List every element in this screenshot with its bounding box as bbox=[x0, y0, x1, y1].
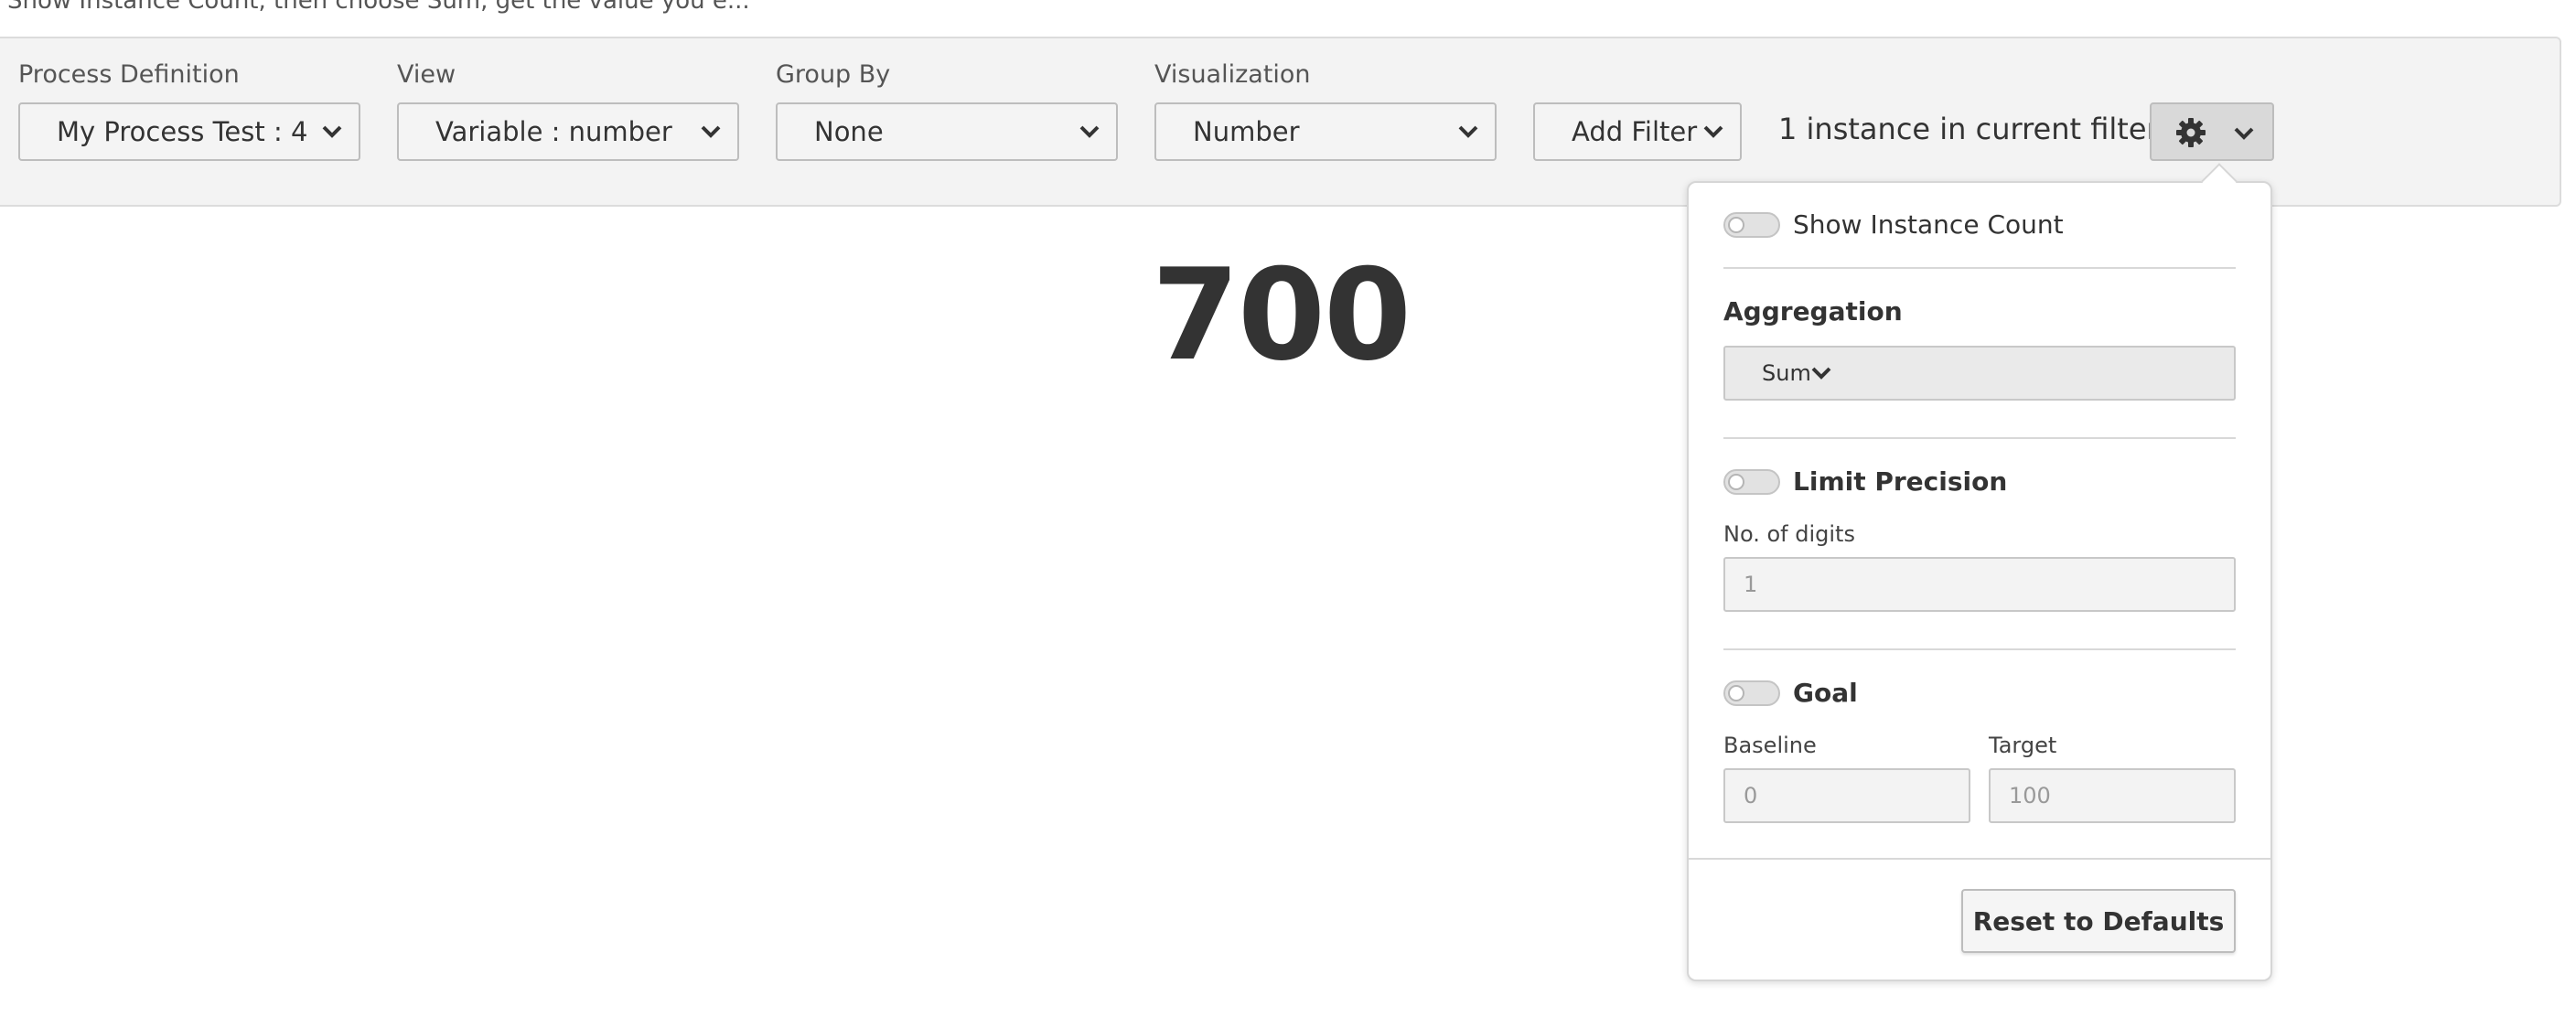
aggregation-heading: Aggregation bbox=[1723, 296, 1903, 327]
description-text: Show Instance Count, then choose Sum, ge… bbox=[7, 0, 750, 15]
report-number-value: 700 bbox=[1151, 241, 1411, 389]
group-by-value: None bbox=[814, 116, 884, 147]
aggregation-value: Sum bbox=[1762, 360, 1811, 386]
chevron-down-icon bbox=[1703, 124, 1723, 139]
show-instance-count-toggle[interactable] bbox=[1723, 212, 1780, 238]
target-label: Target bbox=[1989, 733, 2057, 758]
process-definition-label: Process Definition bbox=[18, 60, 240, 89]
aggregation-select[interactable]: Sum bbox=[1723, 346, 2236, 401]
baseline-label: Baseline bbox=[1723, 733, 1817, 758]
visualization-value: Number bbox=[1193, 116, 1300, 147]
add-filter-label: Add Filter bbox=[1572, 116, 1698, 147]
chevron-down-icon bbox=[701, 124, 721, 139]
gear-icon bbox=[2175, 117, 2206, 152]
view-value: Variable : number bbox=[435, 116, 672, 147]
add-filter-button[interactable]: Add Filter bbox=[1533, 102, 1742, 161]
reset-to-defaults-button[interactable]: Reset to Defaults bbox=[1961, 889, 2236, 953]
digits-input[interactable] bbox=[1723, 557, 2236, 612]
target-input[interactable] bbox=[1989, 768, 2236, 823]
show-instance-count-label: Show Instance Count bbox=[1793, 209, 2064, 240]
goal-toggle[interactable] bbox=[1723, 680, 1780, 706]
limit-precision-toggle[interactable] bbox=[1723, 469, 1780, 495]
limit-precision-label: Limit Precision bbox=[1793, 466, 2008, 497]
visualization-dropdown[interactable]: Number bbox=[1154, 102, 1497, 161]
settings-dropdown-button[interactable] bbox=[2150, 102, 2274, 161]
divider bbox=[1723, 648, 2236, 650]
chevron-down-icon bbox=[1458, 124, 1478, 139]
instance-count-text: 1 instance in current filter bbox=[1778, 112, 2159, 146]
group-by-label: Group By bbox=[776, 60, 891, 89]
process-definition-dropdown[interactable]: My Process Test : 4 bbox=[18, 102, 360, 161]
divider bbox=[1723, 267, 2236, 269]
chevron-down-icon bbox=[2234, 126, 2254, 145]
goal-label: Goal bbox=[1793, 678, 1858, 708]
chevron-down-icon bbox=[322, 124, 342, 139]
popover-footer-divider bbox=[1689, 858, 2270, 860]
chevron-down-icon bbox=[1079, 124, 1100, 139]
divider bbox=[1723, 437, 2236, 439]
visualization-label: Visualization bbox=[1154, 60, 1311, 89]
chevron-down-icon bbox=[1811, 366, 1831, 380]
group-by-dropdown[interactable]: None bbox=[776, 102, 1118, 161]
digits-label: No. of digits bbox=[1723, 521, 1855, 547]
process-definition-value: My Process Test : 4 bbox=[57, 116, 308, 147]
view-label: View bbox=[397, 60, 456, 89]
baseline-input[interactable] bbox=[1723, 768, 1970, 823]
view-dropdown[interactable]: Variable : number bbox=[397, 102, 739, 161]
